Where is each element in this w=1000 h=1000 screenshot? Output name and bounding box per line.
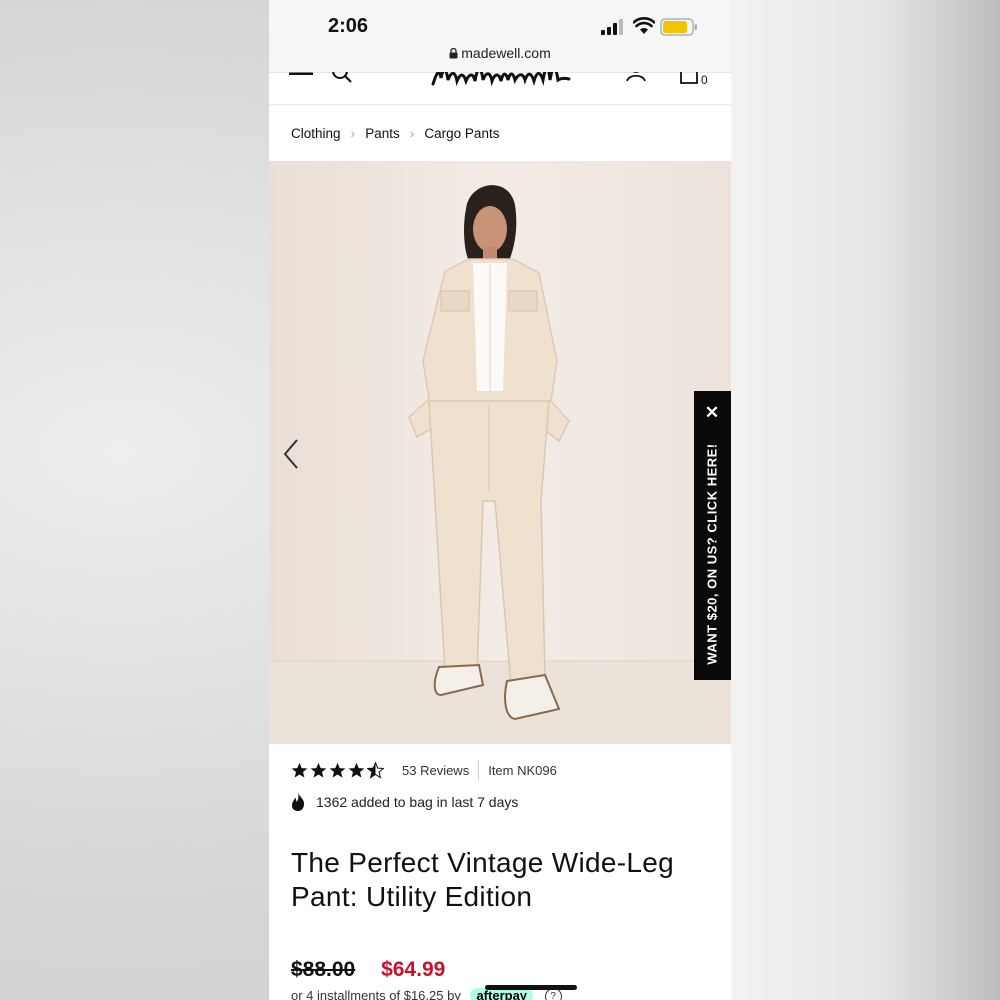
url-text: madewell.com (461, 45, 551, 61)
search-icon[interactable] (331, 72, 353, 84)
background-right (731, 0, 1000, 1000)
rating-row: 53 Reviews Item NK096 (291, 760, 557, 780)
star-rating[interactable] (291, 761, 384, 779)
shopping-bag-icon[interactable] (679, 72, 699, 84)
battery-icon (660, 18, 697, 36)
divider (478, 760, 480, 780)
star-icon (348, 762, 365, 778)
breadcrumb: Clothing › Pants › Cargo Pants (291, 123, 499, 143)
flame-icon (291, 793, 305, 811)
chevron-right-icon: › (350, 125, 356, 141)
madewell-logo[interactable] (429, 72, 574, 88)
half-star-icon (367, 761, 384, 779)
wifi-icon (633, 17, 655, 34)
cellular-signal-icon (601, 19, 623, 35)
star-icon (310, 762, 327, 778)
social-proof-text: 1362 added to bag in last 7 days (316, 794, 519, 810)
installments-text: or 4 installments of $16.25 by (291, 988, 461, 1000)
original-price: $88.00 (291, 958, 356, 981)
breadcrumb-cargo-pants[interactable]: Cargo Pants (424, 126, 499, 141)
status-time: 2:06 (328, 15, 369, 37)
product-image[interactable] (269, 161, 731, 744)
lock-icon (449, 48, 458, 59)
promo-banner[interactable]: ✕ WANT $20, ON US? CLICK HERE! (694, 391, 731, 680)
close-icon[interactable]: ✕ (702, 403, 722, 423)
social-proof: 1362 added to bag in last 7 days (289, 791, 518, 813)
account-icon[interactable] (625, 72, 647, 82)
sale-price: $64.99 (381, 958, 446, 981)
chevron-right-icon: › (409, 125, 415, 141)
star-icon (291, 762, 308, 778)
product-title: The Perfect Vintage Wide-Leg Pant: Utili… (291, 847, 674, 912)
home-indicator (485, 985, 577, 990)
chevron-left-icon[interactable] (281, 436, 303, 472)
breadcrumb-clothing[interactable]: Clothing (291, 126, 341, 141)
phone-screen: 2:06 madewell.com 0 Clothing › Pants › C… (269, 0, 731, 1000)
status-bar: 2:06 madewell.com (269, 0, 731, 73)
promo-text[interactable]: WANT $20, ON US? CLICK HERE! (705, 434, 720, 674)
hamburger-menu-icon[interactable] (289, 72, 315, 82)
item-number: Item NK096 (488, 762, 557, 778)
reviews-link[interactable]: 53 Reviews (402, 763, 469, 778)
price-row: $88.00 $64.99 (291, 958, 445, 982)
breadcrumb-pants[interactable]: Pants (365, 126, 400, 141)
bag-count: 0 (701, 73, 708, 87)
address-bar[interactable]: madewell.com (269, 45, 731, 61)
model-photo (269, 161, 731, 744)
site-header: 0 (269, 72, 731, 105)
star-icon (329, 762, 346, 778)
